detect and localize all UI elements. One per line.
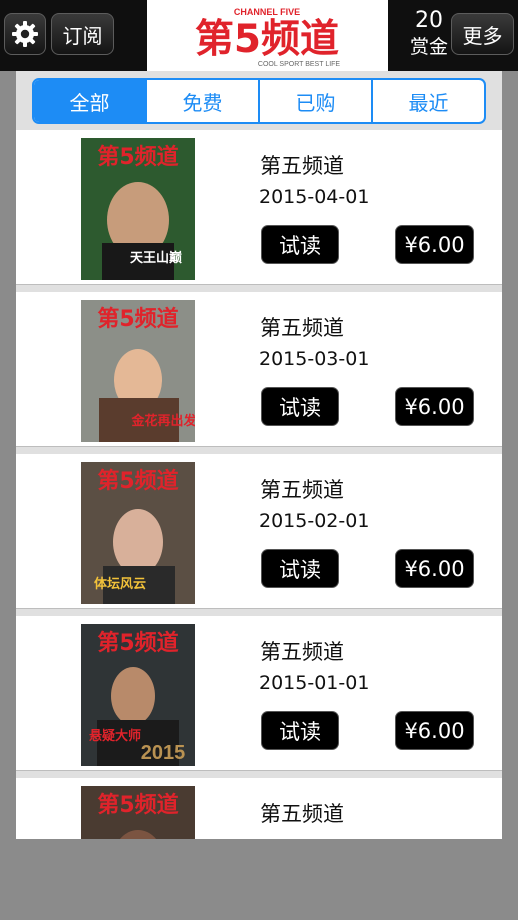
trial-label: 试读 [279, 233, 321, 258]
more-button[interactable]: 更多 [451, 13, 514, 55]
issue-date: 2015-02-01 [259, 510, 370, 532]
buy-button[interactable]: ¥6.00 [395, 225, 474, 264]
price-label: ¥6.00 [404, 718, 465, 743]
svg-text:2015: 2015 [141, 742, 186, 764]
tab-purchased-label: 已购 [295, 90, 336, 115]
trial-read-button[interactable]: 试读 [261, 711, 339, 750]
trial-read-button[interactable]: 试读 [261, 387, 339, 426]
issue-date: 2015-03-01 [259, 348, 370, 370]
magazine-cover[interactable]: 第5频道 [81, 786, 195, 839]
top-navigation-bar: 订阅 CHANNEL FIVE 第5频道 COOL SPORT BEST LIF… [0, 0, 518, 71]
logo-small-bottom: COOL SPORT BEST LIFE [258, 61, 341, 68]
trial-read-button[interactable]: 试读 [261, 549, 339, 588]
issue-row[interactable]: 第5频道 悬疑大师 2015 第五频道 2015-01-01 试读 ¥6.00 [16, 616, 502, 771]
tab-all[interactable]: 全部 [34, 80, 147, 122]
tab-recent[interactable]: 最近 [373, 80, 484, 122]
cover-caption: 悬疑大师 [89, 728, 141, 744]
tab-recent-label: 最近 [408, 90, 449, 115]
cover-caption: 金花再出发 [130, 413, 195, 429]
issue-date: 2015-01-01 [259, 672, 370, 694]
issue-row[interactable]: 第5频道 体坛风云 第五频道 2015-02-01 试读 ¥6.00 [16, 454, 502, 609]
buy-button[interactable]: ¥6.00 [395, 549, 474, 588]
content-panel: 全部 免费 已购 最近 第5频道 天王山巅 第五频道 2015-04-01 试读… [16, 71, 502, 839]
buy-button[interactable]: ¥6.00 [395, 387, 474, 426]
logo-small-top: CHANNEL FIVE [234, 7, 300, 17]
price-label: ¥6.00 [404, 556, 465, 581]
subscribe-button[interactable]: 订阅 [51, 13, 114, 55]
cover-caption: 体坛风云 [94, 576, 146, 592]
magazine-cover[interactable]: 第5频道 体坛风云 [81, 462, 195, 604]
issue-row[interactable]: 第5频道 金花再出发 第五频道 2015-03-01 试读 ¥6.00 [16, 292, 502, 447]
magazine-cover[interactable]: 第5频道 悬疑大师 2015 [81, 624, 195, 766]
svg-text:第5频道: 第5频道 [97, 468, 178, 494]
cover-caption: 天王山巅 [130, 250, 182, 266]
trial-read-button[interactable]: 试读 [261, 225, 339, 264]
issue-list: 第5频道 天王山巅 第五频道 2015-04-01 试读 ¥6.00 第5频道 … [16, 130, 502, 839]
buy-button[interactable]: ¥6.00 [395, 711, 474, 750]
magazine-cover[interactable]: 第5频道 天王山巅 [81, 138, 195, 280]
trial-label: 试读 [279, 557, 321, 582]
tab-all-label: 全部 [69, 90, 110, 115]
issue-title: 第五频道 [260, 478, 344, 502]
trial-label: 试读 [279, 395, 321, 420]
tab-purchased[interactable]: 已购 [260, 80, 373, 122]
issue-title: 第五频道 [260, 640, 344, 664]
issue-row[interactable]: 第5频道 第五频道 [16, 778, 502, 839]
trial-label: 试读 [279, 719, 321, 744]
filter-tabs: 全部 免费 已购 最近 [32, 78, 486, 124]
brand-logo: CHANNEL FIVE 第5频道 COOL SPORT BEST LIFE [147, 0, 388, 71]
issue-title: 第五频道 [260, 154, 344, 178]
gear-icon [12, 21, 38, 47]
tab-free-label: 免费 [182, 90, 223, 115]
svg-text:第5频道: 第5频道 [97, 630, 178, 656]
logo-main-text: 第5频道 [195, 17, 339, 62]
magazine-cover[interactable]: 第5频道 金花再出发 [81, 300, 195, 442]
settings-button[interactable] [4, 13, 46, 55]
svg-text:第5频道: 第5频道 [97, 306, 178, 332]
price-label: ¥6.00 [404, 232, 465, 257]
issue-date: 2015-04-01 [259, 186, 370, 208]
svg-text:第5频道: 第5频道 [97, 792, 178, 818]
issue-title: 第五频道 [260, 802, 344, 826]
issue-title: 第五频道 [260, 316, 344, 340]
more-label: 更多 [462, 23, 503, 48]
svg-text:第5频道: 第5频道 [97, 144, 178, 170]
price-label: ¥6.00 [404, 394, 465, 419]
issue-row[interactable]: 第5频道 天王山巅 第五频道 2015-04-01 试读 ¥6.00 [16, 130, 502, 285]
tab-free[interactable]: 免费 [147, 80, 260, 122]
subscribe-label: 订阅 [62, 23, 103, 48]
